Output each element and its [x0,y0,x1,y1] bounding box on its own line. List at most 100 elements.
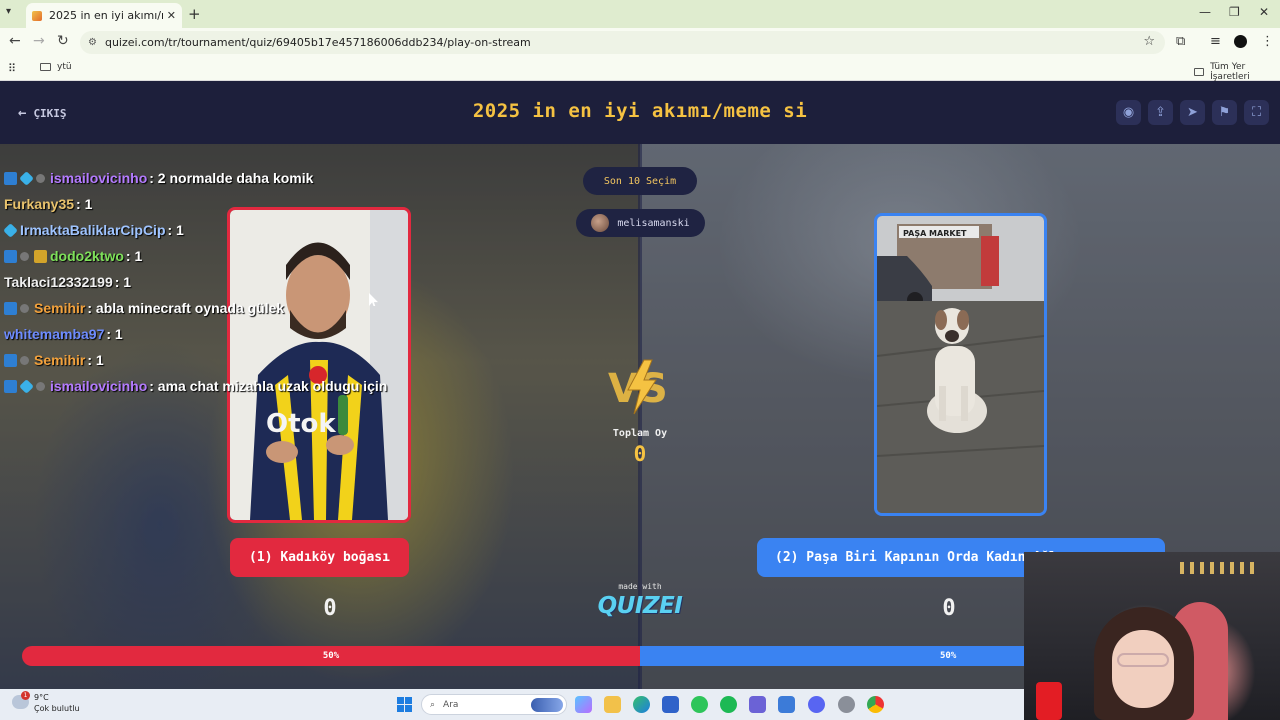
chat-username[interactable]: Furkany35 [4,196,74,212]
chat-message: Semihir: 1 [4,348,104,372]
screen: ▾ 2025 in en iyi akımı/meme si - T ✕ + —… [0,0,1280,720]
chat-text: : 1 [114,274,132,290]
chat-message: Semihir: abla minecraft oynada gülek [4,296,284,320]
option-1-percent-bar: 50% [22,646,640,666]
store-icon[interactable] [662,696,679,713]
red-cup [1036,682,1062,720]
option-2-score: 0 [942,596,956,621]
cyan-badge-icon [19,378,34,394]
close-window-icon[interactable]: ✕ [1259,5,1269,19]
whatsapp-icon[interactable] [691,696,708,713]
menu-icon[interactable]: ⋮ [1261,34,1274,49]
fairy-lights [1180,562,1260,574]
bookmark-star-icon[interactable]: ☆ [1143,34,1155,49]
chat-username[interactable]: ismailovicinho [50,378,147,394]
bookmark-folder-ytu[interactable]: ytü [40,62,72,72]
search-highlight-icon [531,698,563,712]
chat-message: IrmaktaBaliklarCipCip: 1 [3,218,184,242]
profile-avatar[interactable] [1234,35,1247,48]
option-1-photo: Otok [230,210,408,520]
blue-badge-icon [4,379,17,393]
flag-icon[interactable]: ⚑ [1212,100,1237,125]
file-explorer-icon[interactable] [604,696,621,713]
app-icon[interactable] [778,696,795,713]
option-1-image[interactable]: Otok [227,207,411,523]
blue-badge-icon [4,249,17,263]
send-icon[interactable]: ➤ [1180,100,1205,125]
bookmarks-bar: ⠿ ytü Tüm Yer İşaretleri [0,56,1280,82]
extensions-icon[interactable]: ⧉ [1176,34,1185,49]
bookmark-label: ytü [57,62,72,72]
tab-close-icon[interactable]: ✕ [167,9,176,22]
folder-icon [1194,68,1205,76]
blue-badge-icon [4,301,17,315]
shop-sign: PAŞA MARKET [903,229,967,238]
browser-tab-bar: ▾ 2025 in en iyi akımı/meme si - T ✕ + —… [0,0,1280,28]
blue-badge-icon [4,353,17,367]
media-icon[interactable]: ≡ [1210,34,1221,49]
site-info-icon[interactable]: ⚙ [88,37,97,48]
weather-badge: 1 [21,691,30,700]
user-pill: melisamanski [576,209,705,237]
chat-message: whitemamba97: 1 [4,322,123,346]
taskbar-search[interactable]: ⌕ Ara [421,694,567,715]
last-10-picks-button[interactable]: Son 10 Seçim [583,167,697,195]
eye-icon[interactable]: ◉ [1116,100,1141,125]
fullscreen-icon[interactable]: ⛶ [1244,100,1269,125]
spotify-icon[interactable] [720,696,737,713]
chat-username[interactable]: Taklaci12332199 [4,274,113,290]
weather-condition[interactable]: Çok bulutlu [34,704,80,713]
windows-start-icon[interactable] [397,697,412,712]
crown-badge-icon [34,249,47,263]
chat-username[interactable]: Semihir [34,300,85,316]
forward-icon[interactable]: → [33,33,45,49]
copilot-icon[interactable] [575,696,592,713]
chat-message: ismailovicinho: ama chat mizahla uzak ol… [4,374,387,398]
minimize-icon[interactable]: — [1199,5,1211,19]
small-badge-icon [20,251,29,261]
total-votes-value: 0 [633,442,647,466]
chat-username[interactable]: ismailovicinho [50,170,147,186]
chat-username[interactable]: dodo2ktwo [50,248,124,264]
chat-text: : 1 [125,248,143,264]
glasses-icon [1117,653,1169,667]
chat-username[interactable]: IrmaktaBaliklarCipCip [20,222,166,238]
obs-icon[interactable] [838,696,855,713]
restore-icon[interactable]: ❐ [1229,5,1240,19]
teams-icon[interactable] [749,696,766,713]
browser-toolbar: ← → ↻ ⚙ quizei.com/tr/tournament/quiz/69… [0,28,1280,56]
username: melisamanski [617,217,690,229]
chat-message: ismailovicinho: 2 normalde daha komik [4,166,313,190]
chrome-icon[interactable] [867,696,884,713]
option-1-vote-button[interactable]: (1) Kadıköy boğası [230,538,409,577]
chat-text: : 1 [76,196,93,212]
chat-text: : 1 [167,222,184,238]
apps-grid-icon[interactable]: ⠿ [8,62,16,75]
streamer-face [1112,630,1174,708]
chat-message: Taklaci12332199: 1 [4,270,131,294]
folder-icon [40,63,51,71]
windows-taskbar: 1 9°C Çok bulutlu ⌕ Ara [0,689,1024,720]
back-icon[interactable]: ← [9,33,21,49]
discord-icon[interactable] [808,696,825,713]
new-tab-button[interactable]: + [188,5,201,23]
browser-tab[interactable]: 2025 in en iyi akımı/meme si - T ✕ [26,3,182,28]
share-icon[interactable]: ⇪ [1148,100,1173,125]
chat-username[interactable]: whitemamba97 [4,326,104,342]
cyan-badge-icon [3,222,18,238]
webcam-overlay [1024,552,1280,720]
favicon-icon [32,10,42,21]
reload-icon[interactable]: ↻ [57,33,69,49]
option-2-image[interactable]: PAŞA MARKET [874,213,1047,516]
edge-icon[interactable] [633,696,650,713]
all-bookmarks[interactable]: Tüm Yer İşaretleri [1194,62,1280,82]
small-badge-icon [20,303,29,313]
cyan-badge-icon [19,170,34,186]
chat-username[interactable]: Semihir [34,352,85,368]
temperature[interactable]: 9°C [34,693,49,702]
tab-title: 2025 in en iyi akımı/meme si - T [49,9,163,22]
address-bar[interactable]: ⚙ quizei.com/tr/tournament/quiz/69405b17… [80,31,1165,54]
quizei-logo[interactable]: QUIZEI [590,593,690,619]
tab-search-chevron-icon[interactable]: ▾ [6,6,11,17]
blue-badge-icon [4,171,17,185]
